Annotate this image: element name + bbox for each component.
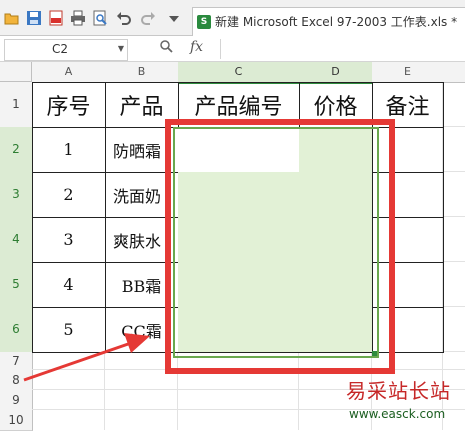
red-arrow-shaft <box>23 340 135 382</box>
red-arrow-head <box>124 333 150 353</box>
watermark-text: 易采站长站 <box>346 379 451 403</box>
watermark-url: www.easck.com <box>349 407 446 421</box>
red-arrow-annotation <box>23 333 150 382</box>
